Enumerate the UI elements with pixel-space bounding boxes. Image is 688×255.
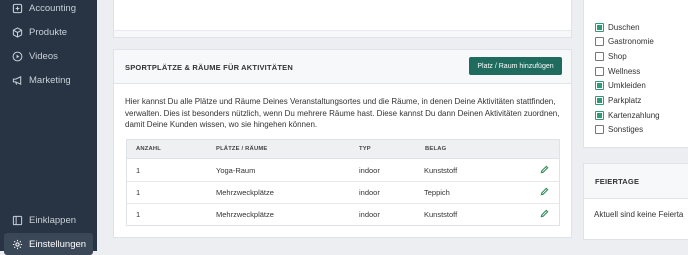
pencil-icon[interactable] <box>540 187 549 196</box>
cell-count: 1 <box>136 188 141 197</box>
holidays-card <box>583 163 688 240</box>
cell-count: 1 <box>136 210 141 219</box>
column-header-surface: BELAG <box>425 146 447 152</box>
table-row: 1 Mehrzweckplätze indoor Teppich <box>127 181 559 204</box>
box-icon <box>11 26 23 38</box>
checkbox[interactable] <box>595 22 604 32</box>
table-header: ANZAHL PLÄTZE / RÄUME TYP BELAG <box>127 140 559 159</box>
gear-icon <box>11 238 23 250</box>
sidebar-item-label: Videos <box>29 50 58 62</box>
column-header-count: ANZAHL <box>136 146 162 152</box>
cell-surface: Teppich <box>424 188 450 197</box>
sidebar-item-label: Accounting <box>29 2 77 14</box>
amenity-checkbox-shop[interactable]: Shop <box>595 50 627 62</box>
table-row: 1 Mehrzweckplätze indoor Kunststoff <box>127 203 559 225</box>
checkbox[interactable] <box>595 95 604 105</box>
cell-type: indoor <box>359 188 380 197</box>
places-section-title: SPORTPLÄTZE & RÄUME FÜR AKTIVITÄTEN <box>125 63 293 72</box>
cell-count: 1 <box>136 166 141 175</box>
sidebar-collapse-button[interactable]: Einklappen <box>11 212 76 228</box>
amenity-checkbox-kartenzahlung[interactable]: Kartenzahlung <box>595 109 660 121</box>
amenity-label: Sonstiges <box>608 124 644 134</box>
add-place-button[interactable]: Platz / Raum hinzufügen <box>469 57 562 75</box>
checkbox[interactable] <box>595 66 604 76</box>
collapse-icon <box>11 214 23 226</box>
table-row: 1 Yoga-Raum indoor Kunststoff <box>127 159 559 182</box>
sidebar-item-einstellungen[interactable]: Einstellungen <box>11 236 86 252</box>
checkbox[interactable] <box>595 80 604 90</box>
sidebar-collapse-label: Einklappen <box>29 214 77 226</box>
amenity-checkbox-umkleiden[interactable]: Umkleiden <box>595 79 646 91</box>
amenity-label: Umkleiden <box>608 80 646 90</box>
places-table: ANZAHL PLÄTZE / RÄUME TYP BELAG 1 Yoga-R… <box>126 139 560 226</box>
amenity-label: Wellness <box>608 66 641 76</box>
sidebar-item-marketing[interactable]: Marketing <box>11 72 71 88</box>
sidebar-item-produkte[interactable]: Produkte <box>11 24 67 40</box>
accounting-icon <box>11 2 23 14</box>
amenity-label: Parkplatz <box>608 95 642 105</box>
sidebar-item-accounting[interactable]: Accounting <box>11 0 76 16</box>
checkbox[interactable] <box>595 36 604 46</box>
checkbox[interactable] <box>595 110 604 120</box>
amenity-label: Shop <box>608 51 627 61</box>
amenity-checkbox-parkplatz[interactable]: Parkplatz <box>595 94 641 106</box>
sidebar-item-label: Marketing <box>29 74 71 86</box>
sidebar-item-label: Produkte <box>29 26 68 38</box>
amenity-label: Gastronomie <box>608 36 654 46</box>
cell-name: Yoga-Raum <box>216 166 256 175</box>
places-description: Hier kannst Du alle Plätze und Räume Dei… <box>125 97 560 129</box>
cell-surface: Kunststoff <box>424 166 458 175</box>
cell-surface: Kunststoff <box>424 210 458 219</box>
amenity-checkbox-sonstiges[interactable]: Sonstiges <box>595 123 643 135</box>
cell-type: indoor <box>359 210 380 219</box>
amenity-checkbox-gastronomie[interactable]: Gastronomie <box>595 35 654 47</box>
column-header-name: PLÄTZE / RÄUME <box>216 146 268 152</box>
sidebar-item-label: Einstellungen <box>29 238 87 250</box>
sidebar-item-videos[interactable]: Videos <box>11 48 58 64</box>
play-circle-icon <box>11 50 23 62</box>
megaphone-icon <box>11 74 23 86</box>
holidays-empty-text: Aktuell sind keine Feierta <box>594 210 684 219</box>
amenity-checkbox-duschen[interactable]: Duschen <box>595 21 640 33</box>
pencil-icon[interactable] <box>540 165 549 174</box>
cell-name: Mehrzweckplätze <box>216 188 274 197</box>
column-header-type: TYP <box>359 146 371 152</box>
holidays-title: FEIERTAGE <box>595 177 640 186</box>
cell-name: Mehrzweckplätze <box>216 210 274 219</box>
amenity-checkbox-wellness[interactable]: Wellness <box>595 65 640 77</box>
pencil-icon[interactable] <box>540 209 549 218</box>
checkbox[interactable] <box>595 51 604 61</box>
top-card <box>113 0 572 38</box>
cell-type: indoor <box>359 166 380 175</box>
amenity-label: Kartenzahlung <box>608 110 660 120</box>
checkbox[interactable] <box>595 124 604 134</box>
amenity-label: Duschen <box>608 22 640 32</box>
